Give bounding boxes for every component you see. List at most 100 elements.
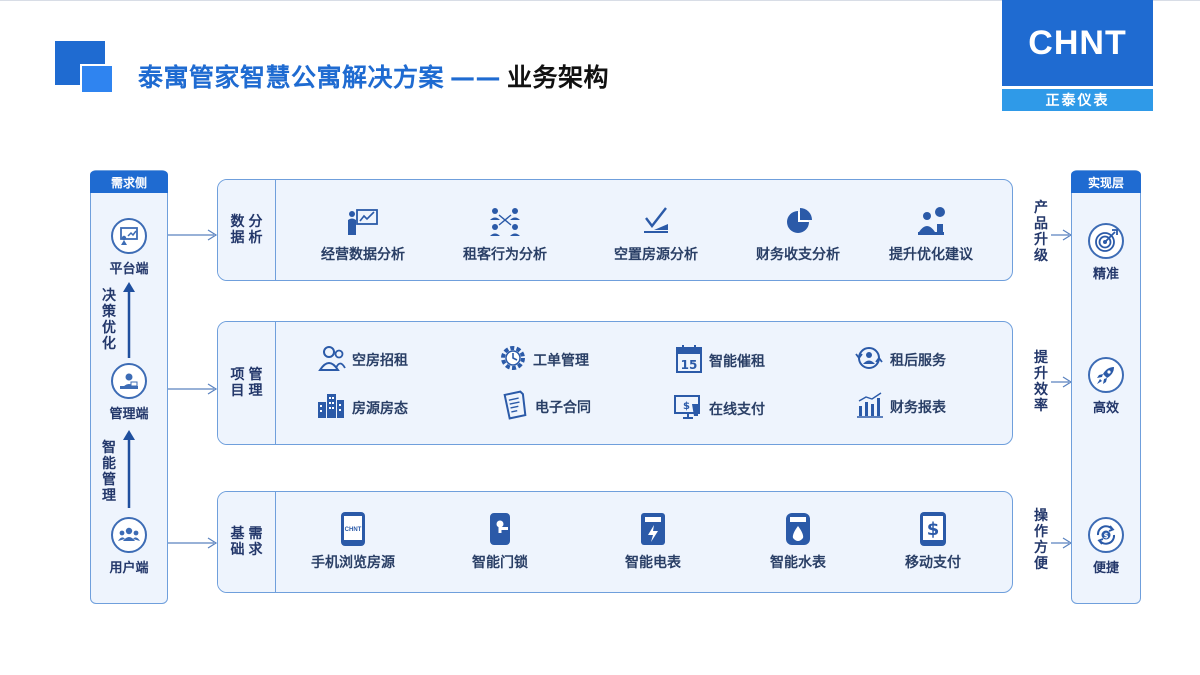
feature-label: 提升优化建议 [889,247,973,263]
tab-col-2: 分析 [248,214,263,246]
arrow-up-decision [123,282,135,358]
feature-label: 财务报表 [890,400,946,416]
feature-room-status: 房源房态 [316,392,408,424]
label-decision-optimize: 决策优化 [102,288,116,352]
data-analysis-icon [313,204,413,238]
feature-smart-lock: 智能门锁 [450,512,550,572]
dollar-sign: $ [927,519,940,540]
feature-label: 工单管理 [533,353,589,369]
connector-user-to-basic [168,537,218,549]
calendar-day: 15 [681,358,698,372]
cycle-dollar-icon: $ [1088,517,1124,553]
tenant-icon [318,344,346,376]
feature-label: 智能电表 [625,555,681,571]
logo-brand: CHNT [1002,0,1153,86]
node-efficient-label: 高效 [1092,401,1119,416]
feature-label: 租后服务 [890,353,946,369]
feature-advice: 提升优化建议 [876,204,986,264]
node-user-label: 用户端 [109,561,149,576]
feature-label: 手机浏览房源 [311,555,395,571]
feature-e-contract: 电子合同 [501,390,591,424]
manager-icon [111,363,147,399]
feature-business-data: 经营数据分析 [313,204,413,264]
network-people-icon [455,204,555,238]
bar-chart-icon [856,392,884,422]
row-project-management-tab: 项目 管理 [218,322,276,444]
feature-label: 房源房态 [352,401,408,417]
feature-mobile-payment: $ 移动支付 [883,512,983,572]
node-manager: 管理端 [90,363,168,422]
svg-text:$: $ [1104,532,1109,540]
feature-label: 在线支付 [709,402,765,418]
feature-work-order: 工单管理 [499,344,589,376]
tab-col-1: 项目 [230,367,245,399]
implementation-header: 实现层 [1071,171,1141,193]
svg-text:$: $ [683,401,690,412]
water-meter-icon [748,512,848,546]
node-platform-label: 平台端 [109,262,149,277]
node-platform: 平台端 [90,218,168,277]
tab-col-1: 数据 [230,214,245,246]
node-precise: 精准 [1071,223,1141,282]
feature-label: 经营数据分析 [321,247,405,263]
service-icon [854,344,884,376]
node-precise-label: 精准 [1092,267,1119,282]
feature-label: 空置房源分析 [614,247,698,263]
row-data-analysis: 数据 分析 经营数据分析 租客行为分析 空置房源分析 财务收支分析 提升优化建议 [217,179,1013,281]
advice-icon [876,204,986,238]
connector-data-to-precise [1051,229,1073,241]
demand-side-header: 需求侧 [90,171,168,193]
tab-col-2: 管理 [248,367,263,399]
feature-label: 电子合同 [535,400,591,416]
presentation-icon [111,218,147,254]
decor-square-front [80,64,114,94]
feature-finance: 财务收支分析 [748,204,848,264]
node-efficient: 高效 [1071,357,1141,416]
contract-icon [501,390,529,424]
node-manager-label: 管理端 [109,407,149,422]
calendar-icon: 15 [675,344,703,378]
feature-vacancy: 空置房源分析 [606,204,706,264]
target-icon [1088,223,1124,259]
feature-label: 智能门锁 [472,555,528,571]
buildings-icon [316,392,346,424]
outcome-efficiency: 提升效率 [1034,350,1048,414]
phone-screen-text: CHNT [345,527,362,533]
logo-cn: 正泰仪表 [1002,89,1153,111]
feature-mobile-browse: CHNT 手机浏览房源 [298,512,408,572]
feature-smart-electric-meter: 智能电表 [603,512,703,572]
electric-meter-icon [603,512,703,546]
feature-after-rent-service: 租后服务 [854,344,946,376]
title-dash: —— [450,63,502,92]
feature-rent-reminder: 15 智能催租 [675,344,765,378]
page-title: 泰寓管家智慧公寓解决方案 —— 业务架构 [138,58,609,94]
arrow-up-smart-manage [123,430,135,508]
users-icon [111,517,147,553]
connector-platform-to-data [168,229,218,241]
feature-label: 移动支付 [905,555,961,571]
feature-label: 租客行为分析 [463,247,547,263]
vacancy-chart-icon [606,204,706,238]
row-basic-needs: 基础 需求 CHNT 手机浏览房源 智能门锁 智能电表 智能水表 $ 移动支付 [217,491,1013,593]
feature-label: 财务收支分析 [756,247,840,263]
connector-project-to-efficient [1051,376,1073,388]
feature-label: 空房招租 [352,353,408,369]
feature-tenant-behavior: 租客行为分析 [455,204,555,264]
gear-clock-icon [499,344,527,376]
row-project-management: 项目 管理 空房招租 工单管理 15 智能催租 租后服务 房源房态 电子合同 $… [217,321,1013,445]
door-lock-icon [450,512,550,546]
chnt-logo: CHNT 正泰仪表 [1002,0,1153,111]
feature-vacant-rental: 空房招租 [318,344,408,376]
phone-icon: CHNT [298,512,408,546]
tab-col-1: 基础 [230,526,245,558]
feature-label: 智能催租 [709,354,765,370]
row-data-analysis-tab: 数据 分析 [218,180,276,280]
node-convenient-label: 便捷 [1092,561,1119,576]
outcome-convenient-operation: 操作方便 [1034,508,1048,572]
outcome-product-upgrade: 产品升级 [1034,200,1048,264]
pie-chart-icon [748,204,848,238]
label-smart-manage: 智能管理 [102,440,116,504]
feature-financial-report: 财务报表 [856,392,946,422]
mobile-pay-icon: $ [883,512,983,546]
node-convenient: $ 便捷 [1071,517,1141,576]
